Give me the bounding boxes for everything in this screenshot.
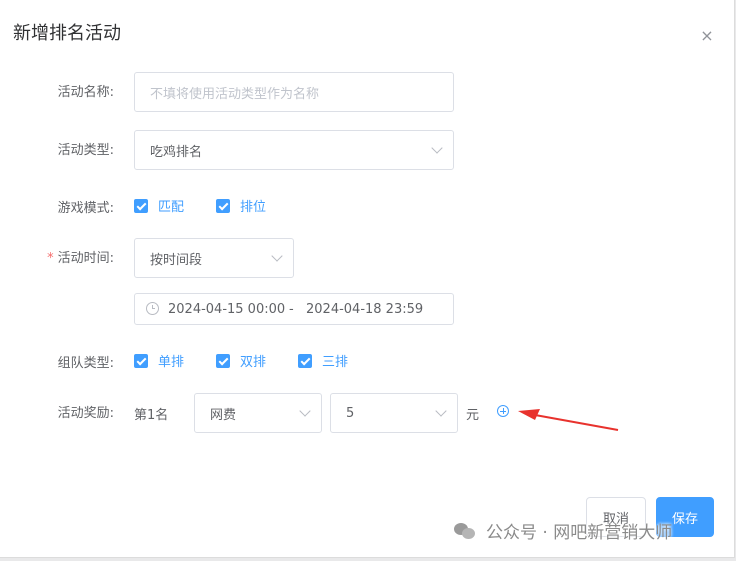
chevron-down-icon <box>299 405 311 417</box>
chevron-down-icon <box>271 250 283 262</box>
clock-icon <box>146 302 159 315</box>
reward-amount-value: 5 <box>346 405 355 421</box>
checkbox-checked-icon <box>134 198 148 213</box>
checkbox-label: 三排 <box>322 355 349 370</box>
game-mode-match-checkbox[interactable]: 匹配 <box>134 196 184 215</box>
reward-type-select[interactable]: 网费 <box>194 393 322 433</box>
dialog-title: 新增排名活动 <box>13 23 121 44</box>
close-icon[interactable]: × <box>698 27 716 45</box>
team-solo-checkbox[interactable]: 单排 <box>134 351 184 370</box>
dialog: 新增排名活动 × 活动名称: 不填将使用活动类型作为名称 活动类型: 吃鸡排名 … <box>0 0 735 558</box>
game-mode-label: 游戏模式: <box>57 201 114 216</box>
start-datetime: 2024-04-15 00:00 <box>168 302 286 317</box>
end-datetime: 2024-04-18 23:59 <box>306 302 424 317</box>
checkbox-label: 匹配 <box>158 200 185 215</box>
wechat-icon <box>454 522 476 540</box>
time-label-text: 活动时间: <box>57 251 114 266</box>
team-trio-checkbox[interactable]: 三排 <box>298 351 348 370</box>
chevron-down-icon <box>431 142 443 154</box>
reward-type-value: 网费 <box>210 407 237 423</box>
chevron-down-icon <box>435 405 447 417</box>
activity-type-value: 吃鸡排名 <box>150 144 203 160</box>
watermark-text: 公众号 · 网吧新营销大师 <box>486 523 673 543</box>
date-range-picker[interactable]: 2024-04-15 00:00 - 2024-04-18 23:59 <box>134 293 454 325</box>
annotation-arrow-head <box>518 409 540 420</box>
checkbox-label: 双排 <box>240 355 267 370</box>
type-label: 活动类型: <box>57 143 114 158</box>
time-mode-value: 按时间段 <box>150 252 203 268</box>
activity-name-input[interactable]: 不填将使用活动类型作为名称 <box>134 72 454 112</box>
watermark: 公众号 · 网吧新营销大师 <box>454 518 672 543</box>
checkbox-label: 排位 <box>240 200 267 215</box>
add-circle-icon[interactable] <box>497 405 509 417</box>
game-mode-ranked-checkbox[interactable]: 排位 <box>216 196 266 215</box>
activity-name-placeholder: 不填将使用活动类型作为名称 <box>150 86 320 102</box>
team-type-label: 组队类型: <box>57 356 114 371</box>
range-separator: - <box>289 302 294 317</box>
reward-unit: 元 <box>466 408 480 423</box>
reward-label: 活动奖励: <box>57 406 114 421</box>
activity-type-select[interactable]: 吃鸡排名 <box>134 130 454 170</box>
name-label: 活动名称: <box>57 85 114 100</box>
checkbox-checked-icon <box>298 353 312 368</box>
time-mode-select[interactable]: 按时间段 <box>134 238 294 278</box>
team-duo-checkbox[interactable]: 双排 <box>216 351 266 370</box>
checkbox-checked-icon <box>134 353 148 368</box>
checkbox-label: 单排 <box>158 355 185 370</box>
time-label: * 活动时间: <box>0 247 114 266</box>
reward-rank: 第1名 <box>134 408 169 423</box>
checkbox-checked-icon <box>216 353 230 368</box>
annotation-arrow-line <box>523 412 619 431</box>
annotation-arrow <box>518 409 619 431</box>
required-mark: * <box>47 251 54 266</box>
reward-amount-select[interactable]: 5 <box>330 393 458 433</box>
checkbox-checked-icon <box>216 198 230 213</box>
